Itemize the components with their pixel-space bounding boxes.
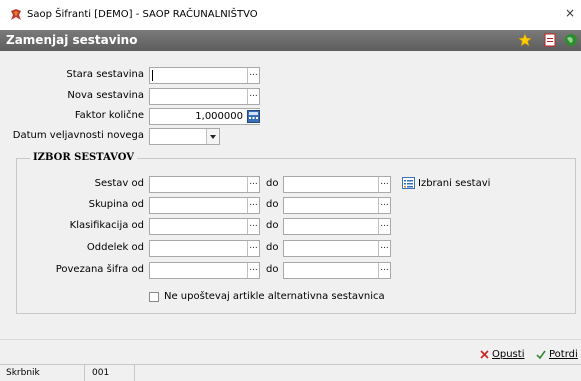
sestav-od-label: Sestav od [94,178,144,189]
opusti-label: Opusti [492,349,525,360]
text-cursor [152,70,153,81]
klasifikacija-do-input[interactable]: ... [283,218,391,235]
saop-logo-icon [11,9,21,20]
status-divider [84,365,85,381]
chevron-down-icon[interactable] [206,129,219,144]
faktor-kolicine-label: Faktor količne [74,110,144,121]
lookup-button[interactable]: ... [378,263,390,278]
lookup-button[interactable]: ... [247,89,259,104]
cancel-x-icon [480,350,489,359]
stara-sestavina-label: Stara sestavina [66,69,144,80]
stara-sestavina-input[interactable]: ... [149,67,260,84]
footer-divider [0,339,581,340]
skupina-od-label: Skupina od [88,199,144,210]
oddelek-do-input[interactable]: ... [283,240,391,257]
potrdi-label: Potrdi [549,349,578,360]
do-label: do [266,242,279,253]
faktor-value: 1,000000 [195,111,243,122]
status-divider [134,365,135,381]
povezana-sifra-do-input[interactable]: ... [283,262,391,279]
window-close-button[interactable]: × [565,6,575,20]
izbrani-sestavi-link[interactable]: Izbrani sestavi [418,178,490,189]
povezana-sifra-od-label: Povezana šifra od [55,264,144,275]
lookup-button[interactable]: ... [378,241,390,256]
opusti-button[interactable]: Opusti [480,349,524,360]
favorite-star-icon[interactable] [518,33,532,47]
lookup-button[interactable]: ... [247,198,259,213]
skupina-do-input[interactable]: ... [283,197,391,214]
klasifikacija-od-input[interactable]: ... [149,218,260,235]
alternativna-sestavnica-label: Ne upoštevaj artikle alternativna sestav… [164,291,385,302]
document-icon[interactable] [543,33,557,47]
skupina-od-input[interactable]: ... [149,197,260,214]
group-title: IZBOR SESTAVOV [30,152,137,163]
globe-icon[interactable] [564,33,578,47]
sestav-do-input[interactable]: ... [283,176,391,193]
datum-veljavnosti-select[interactable] [149,128,220,145]
status-bar: Skrbnik 001 [0,364,581,381]
lookup-button[interactable]: ... [247,68,259,83]
window-titlebar: Saop Šifranti [DEMO] - SAOP RAČUNALNIŠTV… [0,0,581,30]
lookup-button[interactable]: ... [247,177,259,192]
nova-sestavina-label: Nova sestavina [67,90,144,101]
do-label: do [266,264,279,275]
list-icon[interactable] [402,177,415,189]
oddelek-od-input[interactable]: ... [149,240,260,257]
nova-sestavina-input[interactable]: ... [149,88,260,105]
do-label: do [266,199,279,210]
lookup-button[interactable]: ... [378,219,390,234]
faktor-kolicine-input[interactable]: 1,000000 [149,108,260,125]
status-code: 001 [92,368,110,378]
do-label: do [266,178,279,189]
alternativna-sestavnica-checkbox[interactable] [149,292,159,302]
lookup-button[interactable]: ... [247,219,259,234]
lookup-button[interactable]: ... [378,198,390,213]
potrdi-button[interactable]: Potrdi [536,349,578,360]
lookup-button[interactable]: ... [247,241,259,256]
form-header: Zamenjaj sestavino [0,30,581,51]
lookup-button[interactable]: ... [247,263,259,278]
lookup-button[interactable]: ... [378,177,390,192]
form-title: Zamenjaj sestavino [6,33,138,47]
check-icon [536,350,546,359]
calculator-icon[interactable] [247,110,260,123]
povezana-sifra-od-input[interactable]: ... [149,262,260,279]
oddelek-od-label: Oddelek od [86,242,144,253]
sestav-od-input[interactable]: ... [149,176,260,193]
window-title: Saop Šifranti [DEMO] - SAOP RAČUNALNIŠTV… [27,9,258,20]
datum-veljavnosti-label: Datum veljavnosti novega [12,130,144,141]
klasifikacija-od-label: Klasifikacija od [69,220,144,231]
do-label: do [266,220,279,231]
status-user: Skrbnik [6,368,40,378]
